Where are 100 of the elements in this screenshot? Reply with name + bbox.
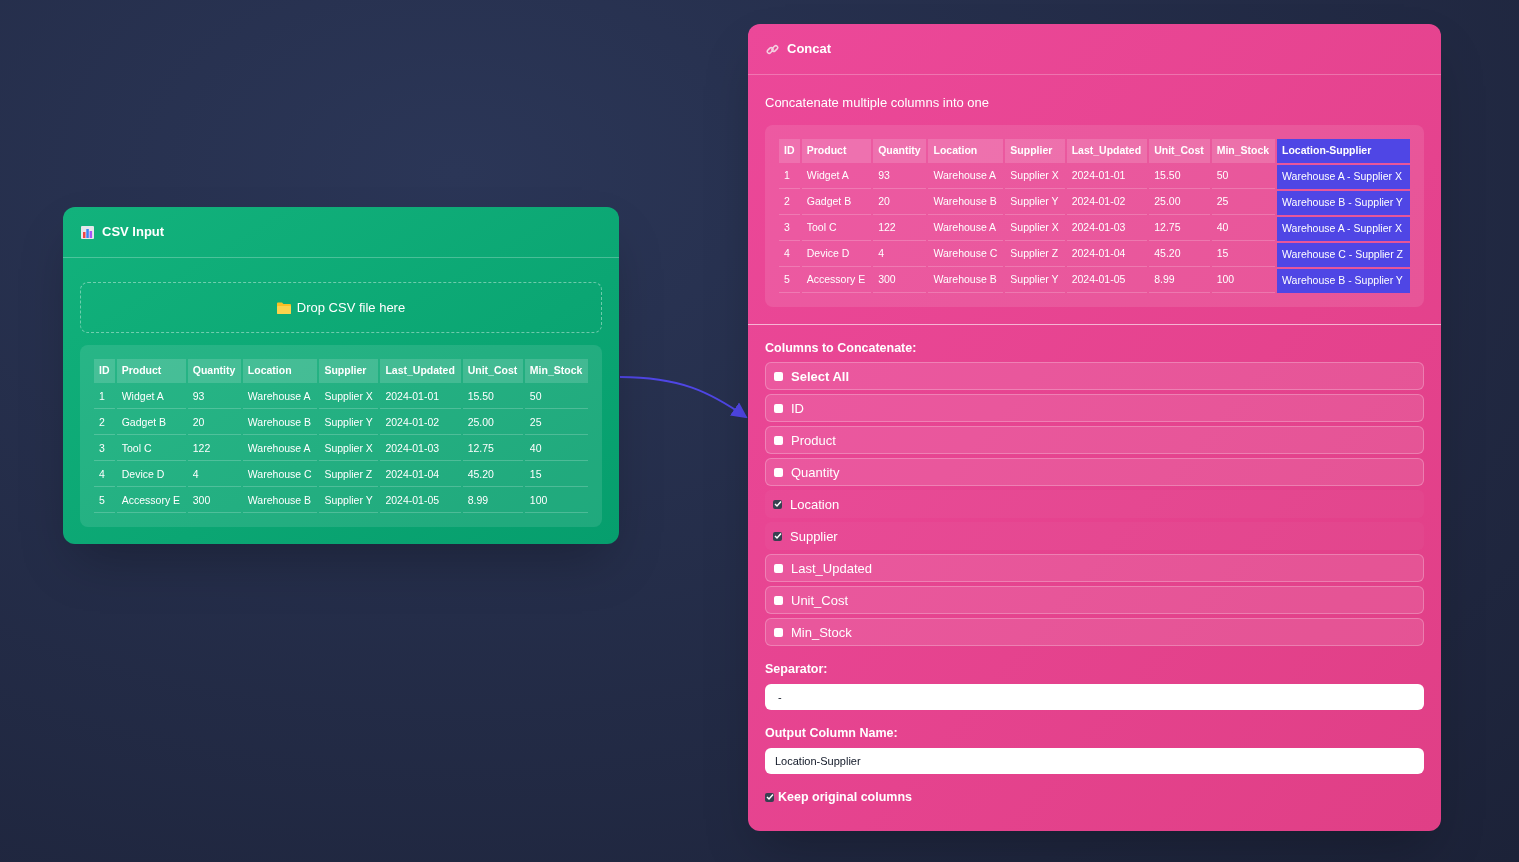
checkbox[interactable] (774, 595, 783, 605)
table-cell: Warehouse A (928, 216, 1004, 241)
column-header[interactable]: Min_Stock (1211, 138, 1276, 163)
column-header[interactable]: Product (116, 359, 186, 383)
checkbox[interactable] (774, 627, 783, 637)
column-header[interactable]: Unit_Cost (1149, 138, 1210, 163)
column-header[interactable]: Supplier (1005, 138, 1065, 163)
table-cell: 2024-01-02 (1066, 190, 1148, 215)
table-cell: 3 (94, 437, 115, 461)
checkbox[interactable] (773, 499, 782, 509)
table-cell: Warehouse B - Supplier Y (1277, 190, 1410, 215)
checkbox[interactable] (774, 371, 783, 381)
column-header[interactable]: Product (801, 138, 872, 163)
table-cell: 122 (187, 437, 241, 461)
option-label: Quantity (791, 463, 840, 482)
column-header[interactable]: Location (928, 138, 1004, 163)
table-cell: 2024-01-01 (380, 385, 461, 409)
column-header[interactable]: Location-Supplier (1277, 138, 1410, 163)
table-cell: 1 (779, 164, 800, 189)
table-cell: 15.50 (1149, 164, 1210, 189)
table-cell: 2024-01-01 (1066, 164, 1148, 189)
table-cell: Warehouse B - Supplier Y (1277, 268, 1410, 293)
table-cell: Supplier Y (319, 411, 379, 435)
table-cell: 5 (94, 489, 115, 513)
column-option[interactable]: Select All (765, 362, 1424, 391)
column-option[interactable]: Location (765, 490, 1424, 519)
field-label: Output Column Name: (765, 725, 899, 742)
column-header[interactable]: Last_Updated (380, 359, 461, 383)
table-cell: 25 (1211, 190, 1276, 215)
table-cell: Device D (116, 463, 186, 487)
option-label: ID (791, 399, 804, 418)
column-header[interactable]: Quantity (187, 359, 241, 383)
table-cell: 93 (873, 164, 927, 189)
option-label: Unit_Cost (791, 591, 849, 610)
option-label: Min_Stock (791, 623, 852, 642)
column-header[interactable]: Min_Stock (524, 359, 588, 383)
column-option[interactable]: Product (765, 426, 1424, 455)
option-label: Select All (791, 367, 850, 386)
column-option[interactable]: Min_Stock (765, 618, 1424, 647)
table-cell: 25.00 (462, 411, 523, 435)
table-cell: 45.20 (1149, 242, 1210, 267)
table-cell: 300 (187, 489, 241, 513)
column-option[interactable]: ID (765, 394, 1424, 423)
table-cell: 45.20 (462, 463, 523, 487)
table-cell: 8.99 (462, 489, 523, 513)
column-header[interactable]: ID (779, 138, 800, 163)
table-cell: 4 (94, 463, 115, 487)
table-cell: 1 (94, 385, 115, 409)
column-header[interactable]: Supplier (319, 359, 379, 383)
separator-field[interactable]: - (765, 684, 1424, 710)
table-cell: 2024-01-04 (1066, 242, 1148, 267)
table-cell: Supplier Y (1005, 190, 1065, 215)
table-cell: Warehouse B (242, 489, 318, 513)
column-option[interactable]: Unit_Cost (765, 586, 1424, 615)
table-cell: 2024-01-03 (1066, 216, 1148, 241)
output-name-field[interactable]: Location-Supplier (765, 747, 1424, 774)
table-cell: Widget A (801, 164, 872, 189)
table-cell: 4 (873, 242, 927, 267)
checkbox[interactable] (774, 403, 783, 413)
table-cell: 40 (1211, 216, 1276, 241)
table-cell: Supplier Y (1005, 268, 1065, 293)
table-cell: Warehouse C (928, 242, 1004, 267)
table-cell: 50 (524, 385, 588, 409)
table-cell: Supplier X (319, 385, 379, 409)
table-cell: 3 (779, 216, 800, 241)
table-cell: 2 (779, 190, 800, 215)
column-header[interactable]: Quantity (873, 138, 927, 163)
checkbox[interactable] (774, 563, 783, 573)
bar-chart-icon (81, 225, 94, 239)
column-option[interactable]: Supplier (765, 522, 1424, 551)
table-cell: 8.99 (1149, 268, 1210, 293)
checkbox[interactable] (773, 531, 782, 541)
table-cell: 4 (187, 463, 241, 487)
table-cell: 25 (524, 411, 588, 435)
field-label: Separator: (765, 661, 829, 679)
column-option[interactable]: Quantity (765, 458, 1424, 487)
table-cell: 12.75 (1149, 216, 1210, 241)
file-drop-zone[interactable]: Drop CSV file here (80, 282, 602, 333)
node-description: Concatenate multiple columns into one (765, 94, 991, 112)
checkbox[interactable] (765, 792, 774, 802)
column-header[interactable]: Last_Updated (1066, 138, 1148, 163)
column-header[interactable]: ID (94, 359, 115, 383)
table-cell: Warehouse B (242, 411, 318, 435)
table-cell: Warehouse A - Supplier X (1277, 216, 1410, 241)
table-cell: 2024-01-03 (380, 437, 461, 461)
table-cell: 2024-01-04 (380, 463, 461, 487)
table-cell: 2 (94, 411, 115, 435)
column-header[interactable]: Unit_Cost (462, 359, 523, 383)
table-cell: Tool C (116, 437, 186, 461)
table-cell: Warehouse B (928, 190, 1004, 215)
checkbox[interactable] (774, 467, 783, 477)
folder-icon (276, 301, 291, 314)
checkbox[interactable] (774, 435, 783, 445)
table-cell: Accessory E (116, 489, 186, 513)
table-cell: Supplier X (319, 437, 379, 461)
keep-original-checkbox[interactable]: Keep original columns (765, 787, 1424, 807)
column-option[interactable]: Last_Updated (765, 554, 1424, 583)
table-cell: 5 (779, 268, 800, 293)
column-header[interactable]: Location (242, 359, 318, 383)
table-cell: Supplier Z (1005, 242, 1065, 267)
